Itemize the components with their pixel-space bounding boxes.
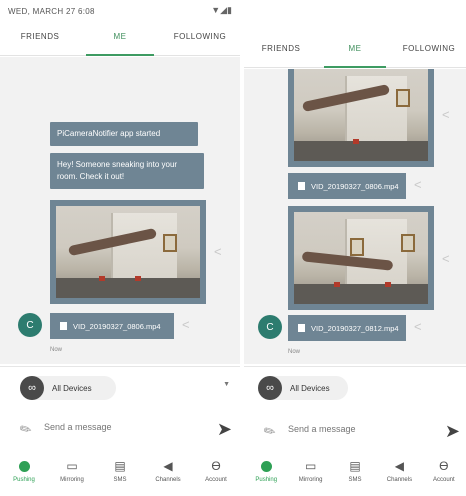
file-attachment[interactable]: VID_20190327_0806.mp4 [288,173,406,199]
file-name: VID_20190327_0812.mp4 [311,323,399,333]
nav-label: Account [432,477,455,483]
message-feed[interactable]: PiCameraNotifier app started Hey! Someon… [0,57,240,364]
message-input[interactable] [44,422,164,432]
video-thumbnail-card[interactable] [50,200,206,304]
avatar: C [18,313,42,337]
share-icon[interactable]: < [442,251,450,266]
send-icon[interactable]: ➤ [217,419,232,440]
bottom-navigation: Pushing ▭ Mirroring ▤ SMS ◀ Channels ϴ A… [0,454,240,494]
nav-label: Channels [155,477,181,483]
message-feed[interactable]: < VID_20190327_0806.mp4 < < C VID_201903… [244,69,466,364]
share-icon[interactable]: < [414,319,422,334]
monitor-icon: ▭ [304,459,317,473]
share-icon[interactable]: < [414,177,422,192]
tab-bar: FRIENDS ME FOLLOWING [244,36,466,68]
nav-label: SMS [113,477,127,483]
device-selector-bar: ∞ All Devices [244,366,466,406]
tab-following[interactable]: FOLLOWING [392,36,466,67]
avatar: C [258,315,282,339]
file-name: VID_20190327_0806.mp4 [311,181,399,191]
nav-account[interactable]: ϴ Account [422,454,466,494]
device-label: All Devices [290,383,330,393]
infinity-icon: ∞ [20,376,44,400]
paperclip-icon[interactable]: ✎ [17,419,36,440]
file-icon [298,324,305,332]
nav-account[interactable]: ϴ Account [192,454,240,494]
megaphone-icon: ◀ [394,459,405,473]
infinity-icon: ∞ [258,376,282,400]
share-icon[interactable]: < [214,244,222,259]
pushing-icon [16,458,32,474]
message-bubble[interactable]: PiCameraNotifier app started [50,122,198,146]
message-input[interactable] [288,424,408,434]
megaphone-icon: ◀ [163,459,173,473]
video-thumbnail[interactable] [56,206,200,298]
nav-mirroring[interactable]: ▭ Mirroring [48,454,96,494]
chat-icon: ▤ [349,459,361,473]
pushing-icon [258,458,274,474]
file-attachment[interactable]: VID_20190327_0806.mp4 [50,313,174,339]
paperclip-icon[interactable]: ✎ [261,421,280,442]
tab-me[interactable]: ME [318,36,392,68]
device-selector-bar: ∞ All Devices ▼ [0,366,240,406]
monitor-icon: ▭ [66,459,78,473]
video-thumbnail-card[interactable] [288,206,434,310]
tab-friends[interactable]: FRIENDS [244,36,318,67]
tab-friends[interactable]: FRIENDS [0,24,80,55]
tab-me[interactable]: ME [80,24,160,56]
file-name: VID_20190327_0806.mp4 [73,321,161,331]
share-icon[interactable]: < [182,317,190,332]
status-date: WED, MARCH 27 6:08 [8,7,95,16]
nav-label: Mirroring [60,477,84,483]
device-label: All Devices [52,383,92,393]
account-icon: ϴ [439,459,449,473]
nav-sms[interactable]: ▤ SMS [333,454,377,494]
file-icon [298,182,305,190]
left-screen: WED, MARCH 27 6:08 ▼◢▮ FRIENDS ME FOLLOW… [0,0,240,496]
video-thumbnail[interactable] [294,69,428,161]
nav-pushing[interactable]: Pushing [0,454,48,494]
system-icons: ▼◢▮ [211,5,232,15]
right-screen: FRIENDS ME FOLLOWING < VID_20190327_0806… [244,0,466,496]
nav-mirroring[interactable]: ▭ Mirroring [288,454,332,494]
nav-label: Account [205,477,227,483]
nav-label: Pushing [13,477,35,483]
nav-label: Pushing [255,477,278,483]
file-attachment[interactable]: VID_20190327_0812.mp4 [288,315,406,341]
timestamp: Now [288,349,301,355]
device-selector[interactable]: ∞ All Devices [258,376,348,400]
nav-channels[interactable]: ◀ Channels [377,454,421,494]
nav-label: SMS [348,477,362,483]
timestamp: Now [50,347,63,353]
tab-following[interactable]: FOLLOWING [160,24,240,55]
nav-channels[interactable]: ◀ Channels [144,454,192,494]
video-thumbnail[interactable] [294,212,428,304]
status-bar: WED, MARCH 27 6:08 ▼◢▮ [0,0,240,22]
chat-icon: ▤ [114,459,126,473]
message-bubble[interactable]: Hey! Someone sneaking into your room. Ch… [50,153,204,189]
file-icon [60,322,67,330]
send-icon[interactable]: ➤ [445,421,460,442]
tab-bar: FRIENDS ME FOLLOWING [0,24,240,56]
bottom-navigation: Pushing ▭ Mirroring ▤ SMS ◀ Channels ϴ A… [244,454,466,494]
device-selector[interactable]: ∞ All Devices [20,376,116,400]
nav-label: Channels [386,477,413,483]
chevron-down-icon[interactable]: ▼ [223,381,230,388]
nav-label: Mirroring [298,477,323,483]
account-icon: ϴ [211,459,221,473]
message-composer: ✎ ➤ [0,412,240,450]
nav-sms[interactable]: ▤ SMS [96,454,144,494]
video-thumbnail-card[interactable] [288,69,434,167]
nav-pushing[interactable]: Pushing [244,454,288,494]
message-composer: ✎ ➤ [244,414,466,452]
share-icon[interactable]: < [442,107,450,122]
